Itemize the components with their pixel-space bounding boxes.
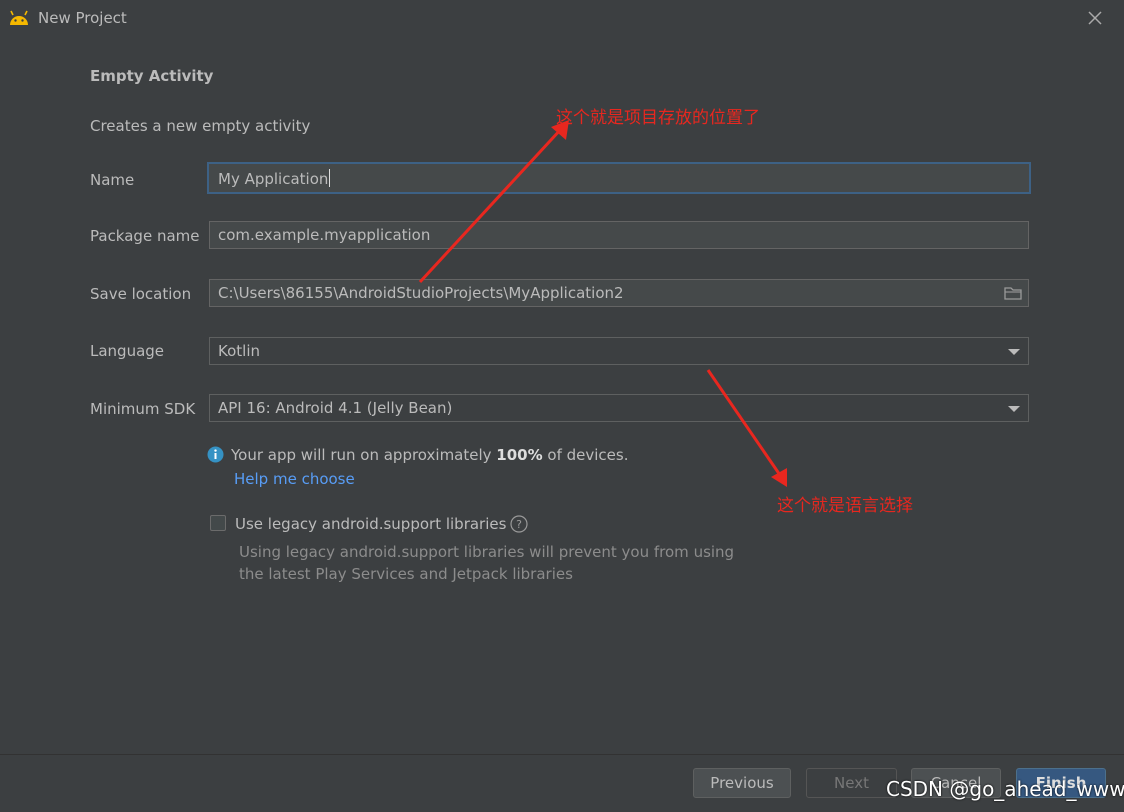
help-me-choose-link[interactable]: Help me choose — [234, 470, 355, 488]
new-project-dialog: New Project Empty Activity Creates a new… — [0, 0, 1124, 812]
location-annotation: 这个就是项目存放的位置了 — [556, 108, 760, 128]
language-annotation: 这个就是语言选择 — [777, 496, 913, 516]
language-label: Language — [90, 342, 165, 360]
help-question-icon[interactable]: ? — [510, 515, 528, 533]
save-location-input[interactable]: C:\Users\86155\AndroidStudioProjects\MyA… — [209, 279, 1029, 307]
minimum-sdk-select[interactable]: API 16: Android 4.1 (Jelly Bean) — [209, 394, 1029, 422]
next-button[interactable]: Next — [806, 768, 897, 798]
minimum-sdk-label: Minimum SDK — [90, 400, 196, 418]
chevron-down-icon — [1008, 349, 1020, 355]
android-icon — [10, 10, 28, 25]
template-heading: Empty Activity — [90, 67, 214, 85]
name-input[interactable]: My Application — [207, 162, 1031, 194]
device-coverage-text: Your app will run on approximately 100% … — [231, 446, 629, 464]
close-icon[interactable] — [1086, 9, 1104, 27]
legacy-support-note: Using legacy android.support libraries w… — [239, 541, 734, 585]
info-icon — [207, 446, 224, 463]
language-selected-value: Kotlin — [218, 342, 260, 360]
csdn-watermark: CSDN @go_ahead_www — [886, 777, 1124, 801]
legacy-note-line-2: the latest Play Services and Jetpack lib… — [239, 565, 573, 583]
previous-button[interactable]: Previous — [693, 768, 791, 798]
language-arrowhead — [771, 468, 787, 487]
name-input-value: My Application — [218, 170, 329, 188]
package-name-input[interactable]: com.example.myapplication — [209, 221, 1029, 249]
legacy-support-checkbox[interactable] — [210, 515, 226, 531]
location-arrow — [418, 126, 564, 284]
coverage-percent: 100% — [496, 446, 543, 464]
package-name-label: Package name — [90, 227, 200, 245]
coverage-prefix: Your app will run on approximately — [231, 446, 497, 464]
folder-icon[interactable] — [1004, 286, 1022, 300]
title-bar: New Project — [0, 0, 1124, 36]
svg-text:?: ? — [516, 518, 522, 531]
template-description: Creates a new empty activity — [90, 117, 311, 135]
name-label: Name — [90, 171, 135, 189]
language-select[interactable]: Kotlin — [209, 337, 1029, 365]
chevron-down-icon — [1008, 406, 1020, 412]
minimum-sdk-selected-value: API 16: Android 4.1 (Jelly Bean) — [218, 399, 453, 417]
window-title: New Project — [38, 9, 127, 27]
legacy-note-line-1: Using legacy android.support libraries w… — [239, 543, 735, 561]
package-name-value: com.example.myapplication — [218, 226, 431, 244]
legacy-support-label[interactable]: Use legacy android.support libraries — [235, 515, 506, 533]
language-arrow — [706, 369, 784, 479]
save-location-label: Save location — [90, 285, 192, 303]
save-location-value: C:\Users\86155\AndroidStudioProjects\MyA… — [218, 284, 624, 302]
coverage-suffix: of devices. — [542, 446, 629, 464]
